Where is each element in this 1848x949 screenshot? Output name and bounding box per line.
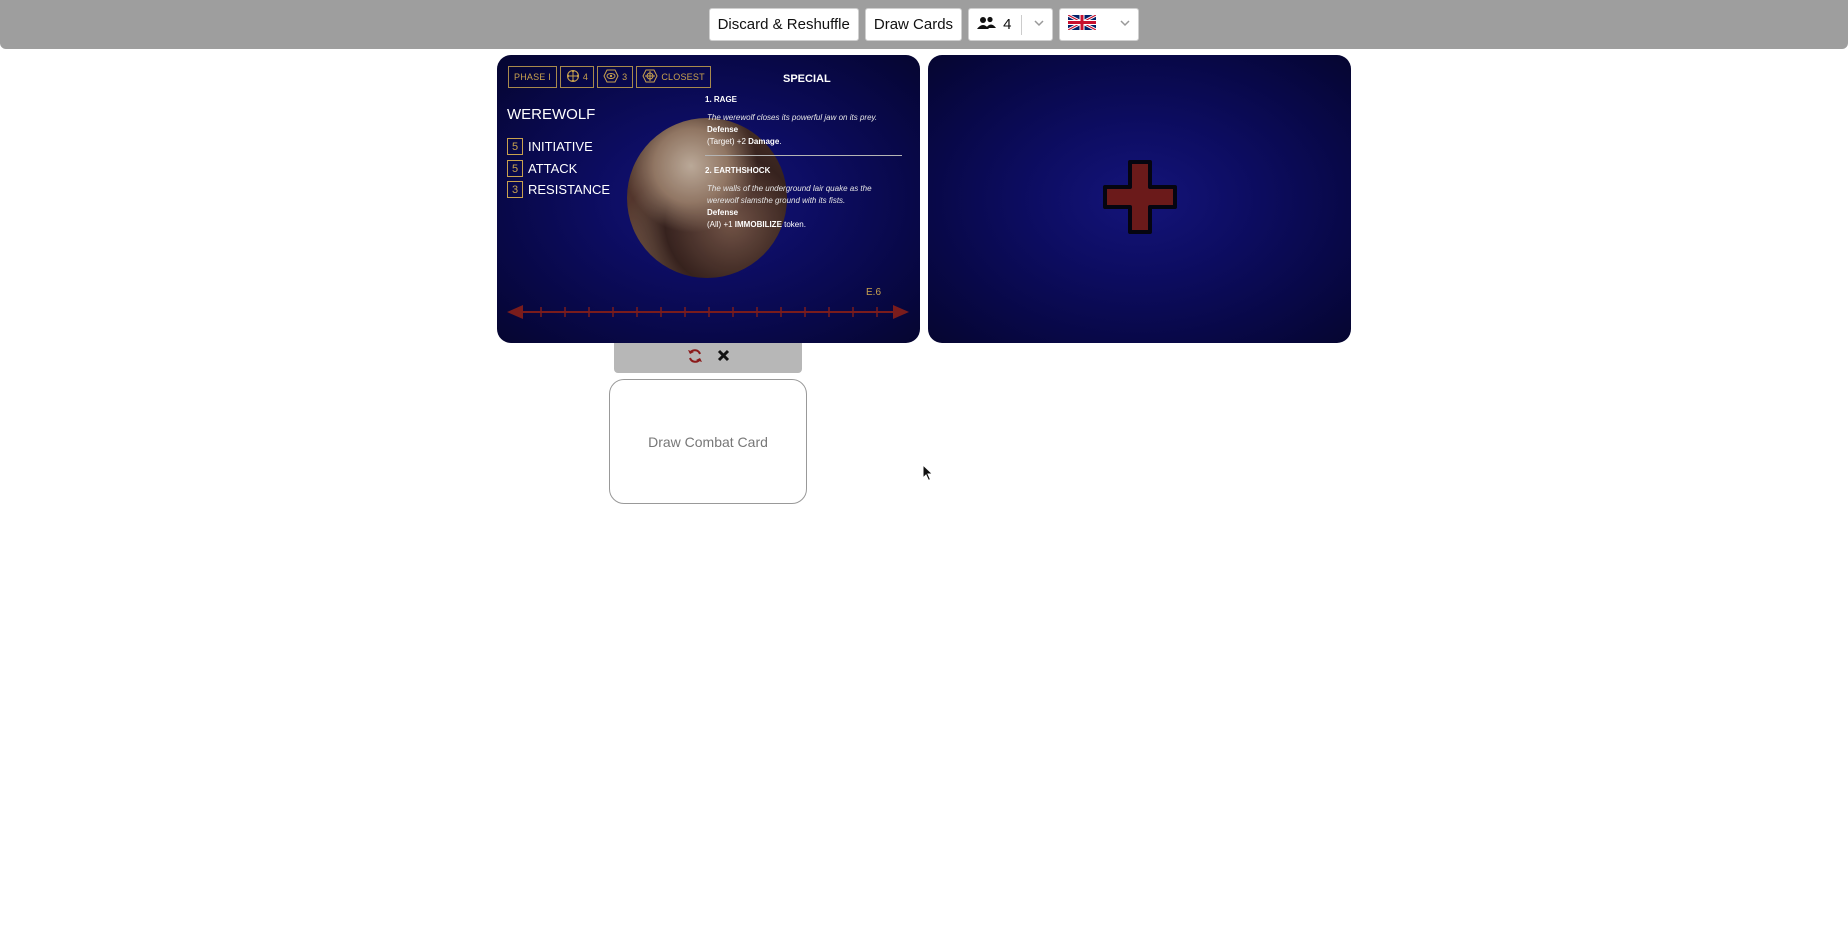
ability-flavor: The walls of the underground lair quake …	[707, 184, 872, 205]
draw-combat-card-button[interactable]: Draw Combat Card	[609, 379, 807, 504]
language-select[interactable]	[1059, 8, 1140, 41]
discard-reshuffle-button[interactable]: Discard & Reshuffle	[708, 8, 859, 41]
special-title: SPECIAL	[783, 73, 831, 85]
eye-icon	[603, 69, 619, 85]
users-icon	[977, 16, 997, 34]
stat-label: INITIATIVE	[528, 139, 593, 154]
ability-divider	[705, 155, 902, 156]
phase-tag: PHASE I	[508, 66, 557, 88]
targeting-tag: CLOSEST	[636, 66, 711, 88]
card-code: E.6	[866, 287, 882, 298]
chevron-down-icon	[1118, 16, 1132, 34]
initiative-track	[507, 305, 909, 319]
refresh-icon[interactable]	[687, 348, 703, 369]
stat-resistance: 3 RESISTANCE	[507, 181, 610, 198]
movement-icon	[566, 69, 580, 85]
ability-title: 2. EARTHSHOCK	[705, 166, 771, 175]
ability-title: 1. RAGE	[705, 95, 738, 104]
stat-label: RESISTANCE	[528, 182, 611, 197]
monster-name: WEREWOLF	[507, 106, 596, 123]
ability-type: Defense	[707, 125, 739, 134]
ability-body: The walls of the underground lair quake …	[707, 183, 892, 231]
stat-attack: 5 ATTACK	[507, 160, 577, 177]
ability-flavor: The werewolf closes its powerful jaw on …	[707, 113, 878, 122]
card-controls	[614, 343, 802, 373]
select-separator	[1021, 14, 1023, 35]
ability-effect-prefix: (All) +1	[707, 220, 735, 229]
top-toolbar: Discard & Reshuffle Draw Cards 4	[0, 0, 1848, 49]
ability-effect-keyword: IMMOBILIZE	[734, 220, 782, 229]
draw-cards-button[interactable]: Draw Cards	[864, 8, 963, 41]
movement-tag: 4	[559, 66, 595, 88]
mouse-cursor-icon	[922, 464, 934, 482]
player-count-select[interactable]: 4	[968, 8, 1054, 41]
stat-value: 3	[507, 181, 523, 198]
card-tags: PHASE I 4 3 CLOSEST	[508, 66, 711, 88]
stat-initiative: 5 INITIATIVE	[507, 138, 593, 155]
stat-value: 5	[507, 138, 523, 155]
ability-effect-suffix: .	[779, 137, 782, 146]
range-tag: 3	[597, 66, 634, 88]
player-count-value: 4	[1003, 16, 1012, 33]
ability-body: The werewolf closes its powerful jaw on …	[707, 112, 907, 148]
ability-type: Defense	[707, 208, 739, 217]
crosshair-icon	[642, 69, 658, 85]
stat-label: ATTACK	[528, 161, 578, 176]
chevron-down-icon	[1032, 16, 1046, 34]
close-icon[interactable]	[717, 349, 730, 367]
uk-flag-icon	[1067, 13, 1098, 34]
ability-effect-prefix: (Target) +2	[707, 137, 749, 146]
plus-icon	[1103, 160, 1177, 234]
ability-effect-keyword: Damage	[748, 137, 780, 146]
add-card-slot[interactable]	[928, 55, 1351, 343]
monster-ability-card[interactable]: PHASE I 4 3 CLOSEST WEREWOLF 5 INITIATIV…	[497, 55, 920, 343]
ability-effect-suffix: token.	[781, 220, 806, 229]
stat-value: 5	[507, 160, 523, 177]
